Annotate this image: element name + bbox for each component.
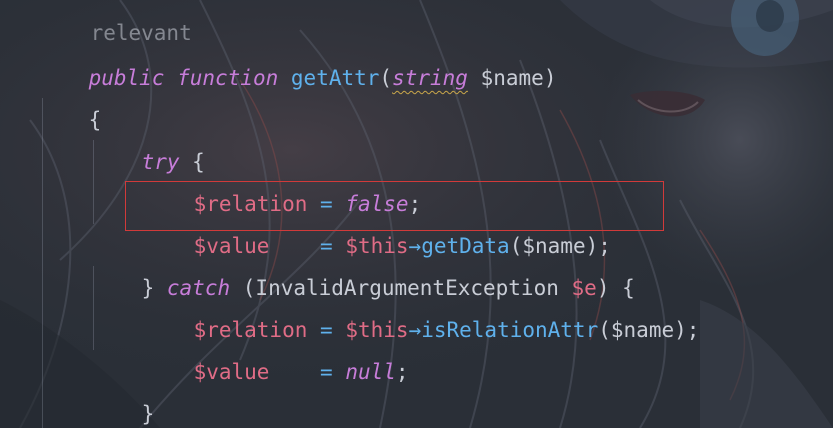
parameter-name: $name bbox=[480, 66, 544, 90]
literal-null: null bbox=[345, 360, 396, 384]
code-line-value-null: $value = null; bbox=[143, 309, 409, 384]
close-paren-semicolon: ); bbox=[674, 318, 700, 342]
code-line-try: try { bbox=[91, 99, 205, 174]
method-is-relation-attr[interactable]: isRelationAttr bbox=[421, 318, 598, 342]
red-highlight-annotation-box bbox=[125, 181, 664, 231]
code-line-function-signature: public function getAttr(string $name) bbox=[38, 15, 557, 90]
code-line-partial: relevant bbox=[40, 0, 192, 45]
function-name[interactable]: getAttr bbox=[291, 66, 380, 90]
variable-value: $value bbox=[193, 360, 270, 384]
assign-operator: = bbox=[320, 360, 333, 384]
code-editor[interactable]: relevant public function getAttr(string … bbox=[0, 0, 833, 428]
code-line-close-brace: } bbox=[91, 351, 155, 426]
paren-open: ( bbox=[379, 66, 393, 90]
semicolon: ; bbox=[395, 360, 409, 384]
code-line-open-brace: { bbox=[38, 57, 102, 132]
arrow-operator: → bbox=[408, 318, 422, 342]
argument-name: $name bbox=[610, 318, 675, 342]
type-hint-warning[interactable]: string bbox=[392, 66, 468, 90]
code-line-catch: } catch (InvalidArgumentException $e) { bbox=[91, 225, 635, 300]
code-line-is-relation-attr: $relation = $this→isRelationAttr($name); bbox=[143, 267, 700, 342]
paren-close: ) bbox=[543, 66, 557, 90]
keyword-function: function bbox=[177, 66, 279, 90]
paren-open: ( bbox=[598, 318, 611, 342]
code-line-relation-false: $relation = false; bbox=[143, 141, 422, 216]
close-brace: } bbox=[141, 402, 155, 426]
